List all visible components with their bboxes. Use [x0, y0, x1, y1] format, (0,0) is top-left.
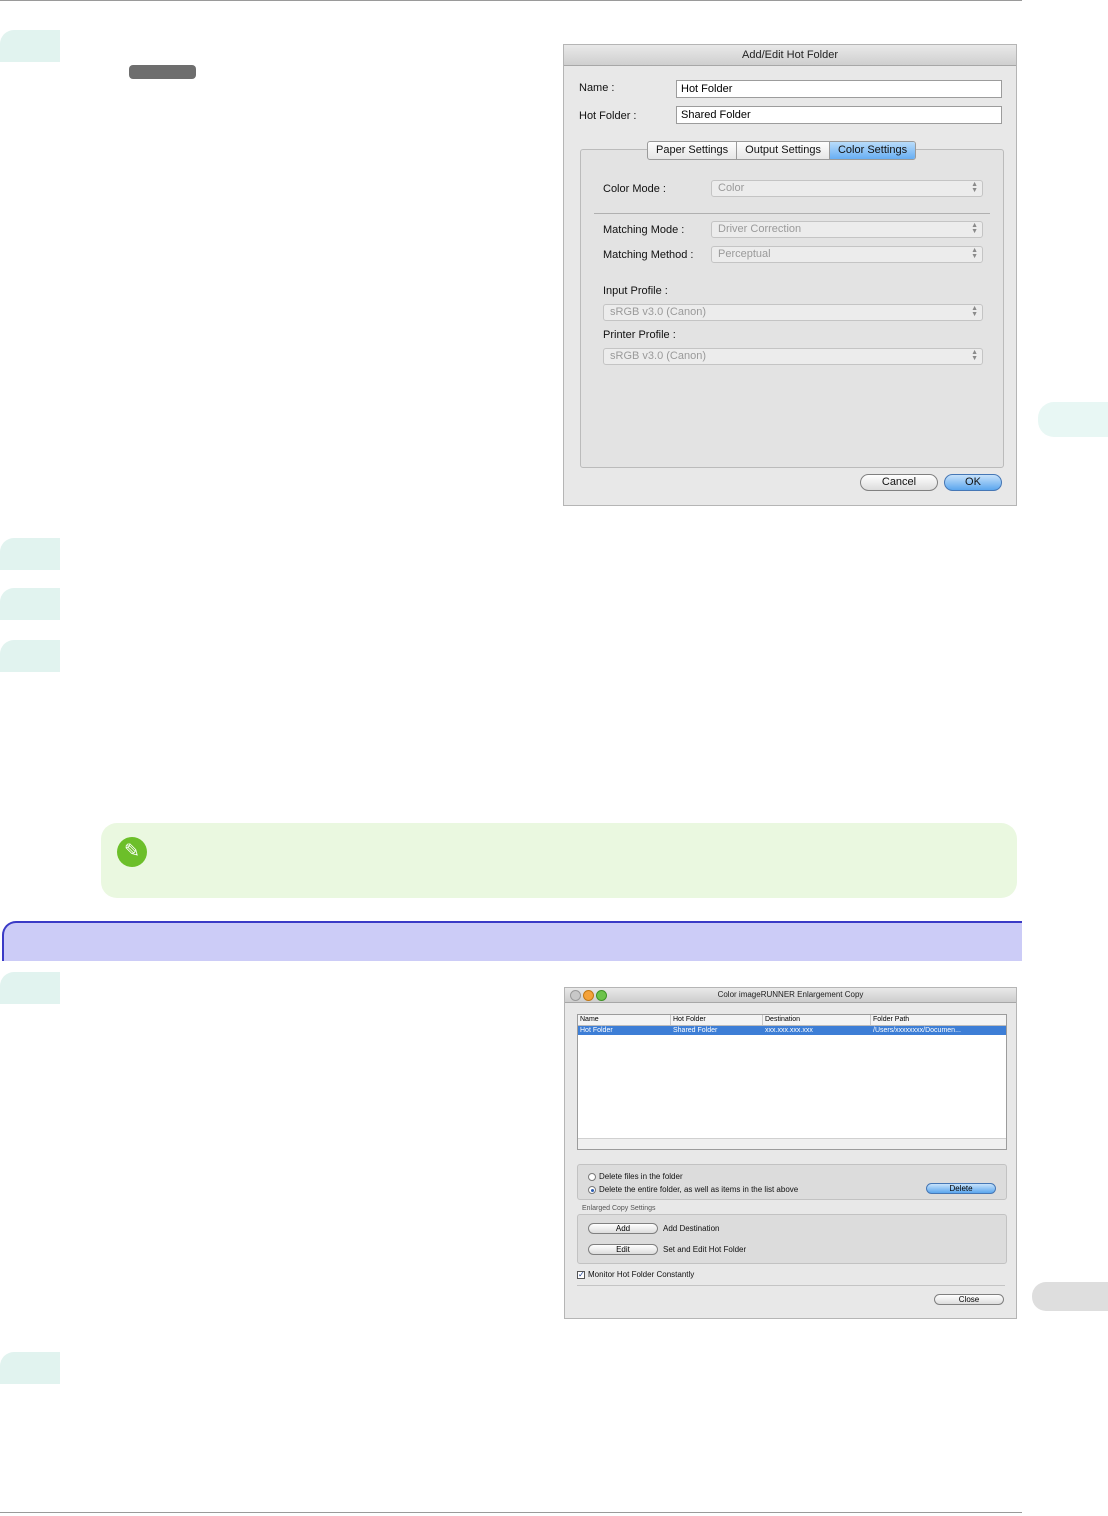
radio-delete-files[interactable] [588, 1173, 596, 1181]
hot-folder-table[interactable]: Name Hot Folder Destination Folder Path … [577, 1014, 1007, 1150]
add-edit-hot-folder-dialog: Add/Edit Hot Folder Name : Hot Folder Ho… [563, 44, 1017, 506]
cell-hot-folder: Shared Folder [673, 1027, 718, 1034]
name-label: Name : [579, 82, 615, 94]
matching-method-popup[interactable]: Perceptual ▲ ▼ [711, 246, 983, 263]
pencil-note-icon: ✎ [117, 837, 147, 867]
cancel-button[interactable]: Cancel [860, 474, 938, 491]
printer-profile-value: sRGB v3.0 (Canon) [610, 350, 706, 362]
input-profile-label: Input Profile : [603, 285, 668, 297]
bottom-rule [0, 1512, 1022, 1513]
close-button[interactable]: Close [934, 1294, 1004, 1305]
note-box: ✎ [101, 823, 1017, 898]
enlarged-copy-settings-group: Add Add Destination Edit Set and Edit Ho… [577, 1214, 1007, 1264]
cell-name: Hot Folder [580, 1027, 613, 1034]
color-mode-label: Color Mode : [603, 183, 666, 195]
step-tab-1 [0, 30, 60, 62]
matching-mode-value: Driver Correction [718, 223, 802, 235]
separator [594, 213, 990, 214]
step-tab-3 [0, 588, 60, 620]
settings-group: Color Mode : Color ▲ ▼ Matching Mode : Dr… [580, 149, 1004, 468]
checkmark-icon: ✓ [578, 1270, 585, 1279]
column-name[interactable]: Name [578, 1015, 671, 1025]
horizontal-scrollbar[interactable] [578, 1138, 1006, 1149]
hot-folder-label: Hot Folder : [579, 110, 637, 122]
enlarged-copy-settings-label: Enlarged Copy Settings [582, 1205, 656, 1212]
step-tab-5 [0, 972, 60, 1004]
popup-arrows-icon: ▲ ▼ [971, 247, 978, 260]
table-header: Name Hot Folder Destination Folder Path [578, 1015, 1006, 1026]
column-hot-folder[interactable]: Hot Folder [671, 1015, 763, 1025]
color-mode-popup[interactable]: Color ▲ ▼ [711, 180, 983, 197]
cell-folder-path: /Users/xxxxxxxx/Documen... [873, 1027, 961, 1034]
window-minimize-light-icon[interactable] [583, 990, 594, 1001]
window-title: Color imageRUNNER Enlargement Copy [565, 988, 1016, 1003]
column-folder-path[interactable]: Folder Path [871, 1015, 1006, 1025]
input-profile-value: sRGB v3.0 (Canon) [610, 306, 706, 318]
add-destination-label: Add Destination [663, 1224, 720, 1233]
index-side-tab [1032, 1282, 1108, 1311]
step-tab-2 [0, 538, 60, 570]
popup-arrows-icon: ▲ ▼ [971, 349, 978, 362]
color-mode-value: Color [718, 182, 745, 194]
gray-marker [129, 65, 196, 79]
settings-tabs: Paper Settings Output Settings Color Set… [647, 141, 917, 160]
printer-profile-popup[interactable]: sRGB v3.0 (Canon) ▲ ▼ [603, 348, 983, 365]
delete-button[interactable]: Delete [926, 1183, 996, 1194]
monitor-label: Monitor Hot Folder Constantly [588, 1270, 695, 1279]
edit-button[interactable]: Edit [588, 1244, 658, 1255]
hot-folder-field[interactable]: Shared Folder [676, 106, 1002, 124]
tab-output-settings[interactable]: Output Settings [737, 142, 830, 159]
dialog-title: Add/Edit Hot Folder [564, 45, 1016, 66]
enlargement-copy-window: Color imageRUNNER Enlargement Copy Name … [564, 987, 1017, 1319]
radio-delete-files-label: Delete files in the folder [599, 1172, 683, 1181]
matching-method-label: Matching Method : [603, 249, 694, 261]
window-zoom-light-icon[interactable] [596, 990, 607, 1001]
top-rule [0, 0, 1022, 1]
tab-color-settings[interactable]: Color Settings [829, 142, 916, 159]
radio-delete-folder-label: Delete the entire folder, as well as ite… [599, 1185, 799, 1194]
matching-method-value: Perceptual [718, 248, 771, 260]
popup-arrows-icon: ▲ ▼ [971, 181, 978, 194]
printer-profile-label: Printer Profile : [603, 329, 676, 341]
tab-paper-settings[interactable]: Paper Settings [648, 142, 738, 159]
ok-button[interactable]: OK [944, 474, 1002, 491]
popup-arrows-icon: ▲ ▼ [971, 305, 978, 318]
step-tab-6 [0, 1352, 60, 1384]
add-button[interactable]: Add [588, 1223, 658, 1234]
cell-destination: xxx.xxx.xxx.xxx [765, 1027, 813, 1034]
edit-hot-folder-label: Set and Edit Hot Folder [663, 1245, 747, 1254]
window-title-text: Color imageRUNNER Enlargement Copy [717, 990, 864, 999]
monitor-checkbox[interactable]: ✓ [577, 1271, 585, 1279]
input-profile-popup[interactable]: sRGB v3.0 (Canon) ▲ ▼ [603, 304, 983, 321]
column-destination[interactable]: Destination [763, 1015, 871, 1025]
matching-mode-label: Matching Mode : [603, 224, 685, 236]
step-tab-4 [0, 640, 60, 672]
window-divider [577, 1285, 1005, 1286]
matching-mode-popup[interactable]: Driver Correction ▲ ▼ [711, 221, 983, 238]
window-close-light-icon[interactable] [570, 990, 581, 1001]
name-field[interactable]: Hot Folder [676, 80, 1002, 98]
popup-arrows-icon: ▲ ▼ [971, 222, 978, 235]
chapter-side-tab [1038, 402, 1108, 437]
radio-delete-folder[interactable] [588, 1186, 596, 1194]
delete-group: Delete files in the folder Delete the en… [577, 1164, 1007, 1200]
section-header [2, 921, 1022, 961]
table-row[interactable]: Hot Folder Shared Folder xxx.xxx.xxx.xxx… [578, 1026, 1006, 1035]
